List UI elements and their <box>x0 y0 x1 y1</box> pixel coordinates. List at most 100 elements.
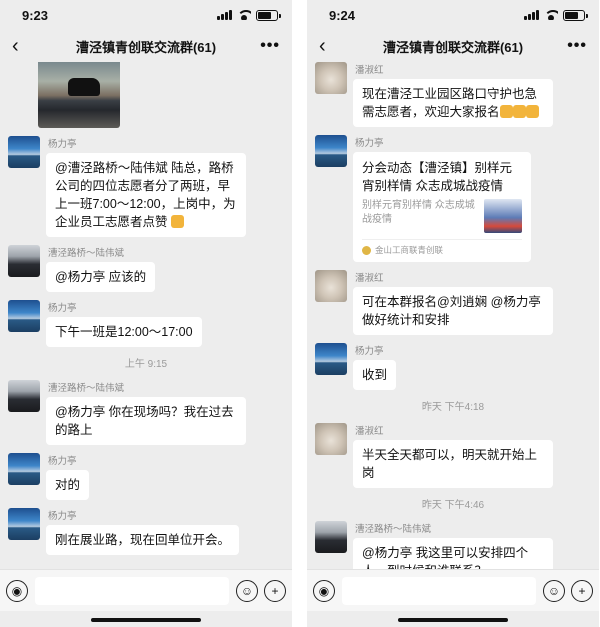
wifi-icon <box>544 10 558 20</box>
home-indicator[interactable] <box>398 618 508 622</box>
message-list[interactable]: 潘淑红 现在漕泾工业园区路口守护也急需志愿者，欢迎大家报名 杨力亭 分会动态【漕… <box>307 62 599 569</box>
message: 杨力亭 刚在展业路，现在回单位开会。 <box>0 508 292 555</box>
input-bar: ◉ ☺ + <box>307 569 599 611</box>
sender-name: 漕泾路桥～陆伟斌 <box>355 524 432 535</box>
message: 漕泾路桥～陆伟斌 @杨力亭 应该的 <box>0 245 292 292</box>
thumbs-up-icon <box>171 215 184 228</box>
right-phone-screen: 9:24 ‹ 漕泾镇青创联交流群(61) ••• 潘淑红 现在漕泾工业园区路口守… <box>307 0 599 627</box>
card-source-name: 金山工商联青创联 <box>375 245 444 255</box>
sender-name: 杨力亭 <box>48 139 77 150</box>
home-indicator[interactable] <box>91 618 201 622</box>
status-time: 9:24 <box>329 7 356 23</box>
voice-icon[interactable]: ◉ <box>313 579 335 602</box>
sender-name: 潘淑红 <box>355 65 384 76</box>
message-bubble[interactable]: @杨力亭 我这里可以安排四个人，到时候和谁联系？ <box>353 538 553 569</box>
message-bubble[interactable]: 可在本群报名@刘逍娴 @杨力亭 做好统计和安排 <box>353 287 553 335</box>
card-title: 分会动态【漕泾镇】别样元宵别样情 众志成城战疫情 <box>362 161 513 193</box>
message-input[interactable] <box>342 576 536 605</box>
message-list[interactable]: 杨力亭 @漕泾路桥～陆伟斌 陆总，路桥公司的四位志愿者分了两班，早上一班7:00… <box>0 62 292 569</box>
message-text: @漕泾路桥～陆伟斌 陆总，路桥公司的四位志愿者分了两班，早上一班7:00～12:… <box>55 161 236 229</box>
sender-name: 杨力亭 <box>355 138 384 149</box>
sender-name: 杨力亭 <box>48 511 77 522</box>
more-icon[interactable]: ••• <box>567 37 587 55</box>
message-input[interactable] <box>35 576 229 605</box>
message-bubble[interactable]: @漕泾路桥～陆伟斌 陆总，路桥公司的四位志愿者分了两班，早上一班7:00～12:… <box>46 153 246 237</box>
sender-name: 漕泾路桥～陆伟斌 <box>48 248 125 259</box>
sender-name: 杨力亭 <box>355 346 384 357</box>
signal-icon <box>524 10 539 20</box>
avatar[interactable] <box>315 135 347 167</box>
message-bubble[interactable]: @杨力亭 你在现场吗？我在过去的路上 <box>46 397 246 445</box>
sender-name: 杨力亭 <box>48 303 77 314</box>
message: 漕泾路桥～陆伟斌 @杨力亭 我这里可以安排四个人，到时候和谁联系？ <box>307 521 599 569</box>
message: 杨力亭 @漕泾路桥～陆伟斌 陆总，路桥公司的四位志愿者分了两班，早上一班7:00… <box>0 136 292 237</box>
battery-icon <box>563 9 588 21</box>
message: 潘淑红 现在漕泾工业园区路口守护也急需志愿者，欢迎大家报名 <box>307 62 599 127</box>
emoji-icon[interactable]: ☺ <box>236 579 258 602</box>
chat-title: 漕泾镇青创联交流群(61) <box>382 39 524 55</box>
message: 潘淑红 可在本群报名@刘逍娴 @杨力亭 做好统计和安排 <box>307 270 599 335</box>
avatar[interactable] <box>8 508 40 540</box>
back-icon[interactable]: ‹ <box>319 35 339 58</box>
status-icons <box>217 9 281 21</box>
flexed-biceps-icon <box>499 105 513 118</box>
emoji-icon[interactable]: ☺ <box>543 579 565 602</box>
card-thumbnail <box>484 199 522 233</box>
sender-name: 潘淑红 <box>355 273 384 284</box>
avatar[interactable] <box>8 380 40 412</box>
flexed-biceps-icon <box>512 105 526 118</box>
timestamp: 昨天 下午4:46 <box>421 500 485 511</box>
avatar[interactable] <box>8 136 40 168</box>
message-bubble[interactable]: @杨力亭 应该的 <box>46 262 156 292</box>
left-phone-screen: 9:23 ‹ 漕泾镇青创联交流群(61) ••• 杨力亭 @漕泾路桥～陆伟斌 陆… <box>0 0 292 627</box>
shared-photo[interactable] <box>38 62 120 128</box>
message-bubble[interactable]: 半天全天都可以，明天就开始上岗 <box>353 440 553 488</box>
message-bubble[interactable]: 下午一班是12:00～17:00 <box>46 317 202 347</box>
message-bubble[interactable]: 刚在展业路，现在回单位开会。 <box>46 525 240 555</box>
message: 杨力亭 对的 <box>0 453 292 500</box>
official-account-icon <box>362 245 371 255</box>
add-icon[interactable]: + <box>571 579 593 602</box>
input-bar: ◉ ☺ + <box>0 569 292 611</box>
avatar[interactable] <box>315 270 347 302</box>
avatar[interactable] <box>315 521 347 553</box>
chat-header: ‹ 漕泾镇青创联交流群(61) ••• <box>307 30 599 62</box>
avatar[interactable] <box>8 245 40 277</box>
link-card[interactable]: 分会动态【漕泾镇】别样元宵别样情 众志成城战疫情 别样元宵别样情 众志成城战疫情… <box>353 152 531 262</box>
message: 杨力亭 下午一班是12:00～17:00 <box>0 300 292 347</box>
avatar[interactable] <box>8 453 40 485</box>
add-icon[interactable]: + <box>264 579 286 602</box>
back-icon[interactable]: ‹ <box>12 35 32 58</box>
chat-title: 漕泾镇青创联交流群(61) <box>75 39 217 55</box>
avatar[interactable] <box>315 343 347 375</box>
status-bar: 9:24 <box>307 0 599 30</box>
timestamp: 昨天 下午4:18 <box>421 402 485 413</box>
status-icons <box>524 9 588 21</box>
flexed-biceps-icon <box>525 105 539 118</box>
avatar[interactable] <box>315 423 347 455</box>
chat-header: ‹ 漕泾镇青创联交流群(61) ••• <box>0 30 292 62</box>
status-time: 9:23 <box>22 7 49 23</box>
more-icon[interactable]: ••• <box>260 37 280 55</box>
card-description: 别样元宵别样情 众志成城战疫情 <box>362 200 475 225</box>
avatar[interactable] <box>315 62 347 94</box>
message: 漕泾路桥～陆伟斌 @杨力亭 你在现场吗？我在过去的路上 <box>0 380 292 445</box>
message: 潘淑红 半天全天都可以，明天就开始上岗 <box>307 423 599 488</box>
message: 杨力亭 分会动态【漕泾镇】别样元宵别样情 众志成城战疫情 别样元宵别样情 众志成… <box>307 135 599 262</box>
sender-name: 潘淑红 <box>355 426 384 437</box>
sender-name: 漕泾路桥～陆伟斌 <box>48 383 125 394</box>
card-source: 金山工商联青创联 <box>362 239 522 256</box>
voice-icon[interactable]: ◉ <box>6 579 28 602</box>
message: 杨力亭 收到 <box>307 343 599 390</box>
signal-icon <box>217 10 232 20</box>
message-bubble[interactable]: 现在漕泾工业园区路口守护也急需志愿者，欢迎大家报名 <box>353 79 553 127</box>
message-bubble[interactable]: 收到 <box>353 360 397 390</box>
wifi-icon <box>237 10 251 20</box>
status-bar: 9:23 <box>0 0 292 30</box>
timestamp: 上午 9:15 <box>124 359 168 370</box>
battery-icon <box>256 9 281 21</box>
avatar[interactable] <box>8 300 40 332</box>
car-image <box>68 78 100 96</box>
sender-name: 杨力亭 <box>48 456 77 467</box>
message-bubble[interactable]: 对的 <box>46 470 90 500</box>
